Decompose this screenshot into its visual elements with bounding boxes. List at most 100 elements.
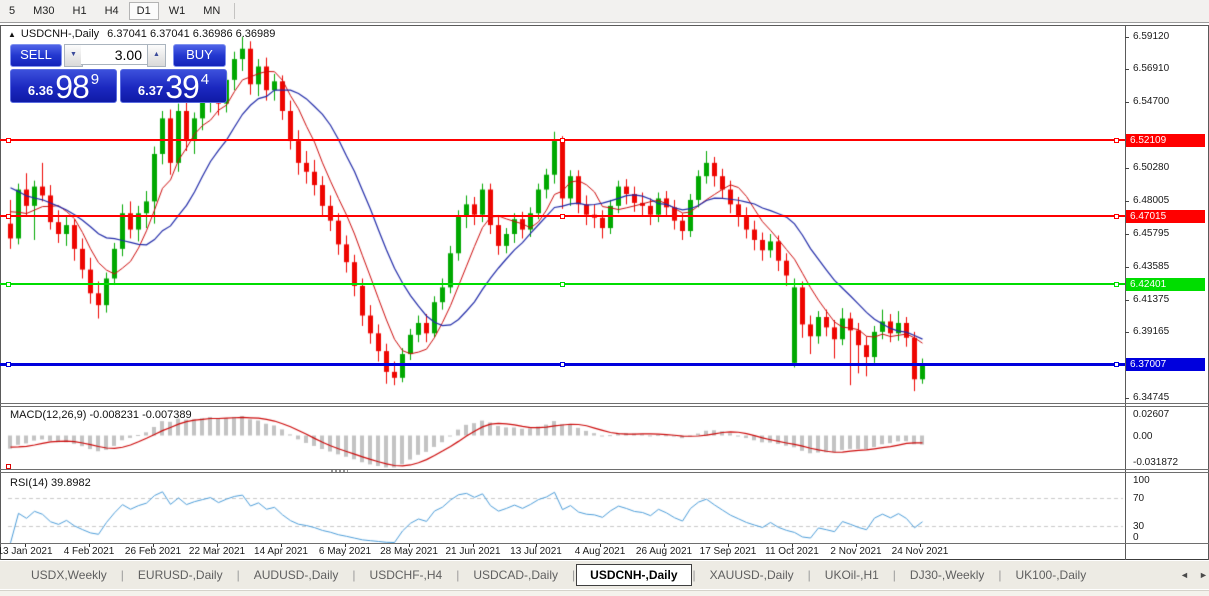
rsi-canvas[interactable] bbox=[0, 473, 1125, 543]
arrow-down-icon: ▼ bbox=[70, 51, 77, 58]
line-handle[interactable] bbox=[560, 282, 565, 287]
line-handle[interactable] bbox=[560, 138, 565, 143]
price-level-tag: 6.37007 bbox=[1126, 358, 1205, 371]
pane-splitter[interactable] bbox=[0, 403, 1209, 404]
sell-button[interactable]: SELL bbox=[10, 44, 62, 67]
price-axis-tick: 6.59120 bbox=[1133, 31, 1169, 42]
timeframe-button-h1[interactable]: H1 bbox=[65, 2, 95, 20]
pane-splitter[interactable] bbox=[0, 469, 1209, 470]
price-level-tag: 6.52109 bbox=[1126, 134, 1205, 147]
chart-tab-eurusd-daily[interactable]: EURUSD-,Daily bbox=[125, 564, 236, 586]
chart-tab-dj30-weekly[interactable]: DJ30-,Weekly bbox=[897, 564, 997, 586]
chart-tab-usdchf-h4[interactable]: USDCHF-,H4 bbox=[357, 564, 456, 586]
trading-terminal-window: 5M30H1H4D1W1MN ▲USDCNH-,Daily6.37041 6.3… bbox=[0, 0, 1209, 596]
date-axis-label: 4 Feb 2021 bbox=[64, 546, 115, 557]
date-axis-label: 14 Apr 2021 bbox=[254, 546, 308, 557]
line-handle[interactable] bbox=[1114, 214, 1119, 219]
line-handle[interactable] bbox=[6, 362, 11, 367]
chart-tab-usdx-weekly[interactable]: USDX,Weekly bbox=[18, 564, 120, 586]
price-axis-tick: 6.50280 bbox=[1133, 162, 1169, 173]
indicator-axis-tick: 70 bbox=[1133, 493, 1144, 504]
price-axis-tick-mark bbox=[1125, 398, 1129, 399]
timeframe-button-d1[interactable]: D1 bbox=[129, 2, 159, 20]
chart-tab-usdcad-daily[interactable]: USDCAD-,Daily bbox=[460, 564, 571, 586]
date-axis-label: 13 Jul 2021 bbox=[510, 546, 562, 557]
timeframe-button-5[interactable]: 5 bbox=[1, 2, 23, 20]
line-handle[interactable] bbox=[1114, 282, 1119, 287]
price-axis-tick-mark bbox=[1125, 37, 1129, 38]
price-axis-tick: 6.34745 bbox=[1133, 392, 1169, 403]
line-handle[interactable] bbox=[1114, 138, 1119, 143]
price-axis-tick-mark bbox=[1125, 69, 1129, 70]
line-handle[interactable] bbox=[1114, 362, 1119, 367]
chart-ohlc-readout: 6.37041 6.37041 6.36986 6.36989 bbox=[107, 28, 275, 40]
price-axis-tick-mark bbox=[1125, 300, 1129, 301]
sell-price-base: 6.36 bbox=[28, 83, 53, 98]
line-handle[interactable] bbox=[6, 214, 11, 219]
pane-splitter[interactable] bbox=[0, 406, 1209, 407]
date-axis-label: 11 Oct 2021 bbox=[765, 546, 819, 557]
timeframe-toolbar: 5M30H1H4D1W1MN bbox=[0, 0, 1209, 23]
rsi-label: RSI(14) 39.8982 bbox=[10, 477, 91, 489]
chart-tab-xauusd-daily[interactable]: XAUUSD-,Daily bbox=[697, 564, 807, 586]
buy-price-display[interactable]: 6.37 39 4 bbox=[120, 69, 227, 103]
date-axis-label: 6 May 2021 bbox=[319, 546, 371, 557]
chart-tab-ukoil-h1[interactable]: UKOil-,H1 bbox=[812, 564, 892, 586]
toolbar-separator bbox=[234, 3, 235, 19]
date-axis-label: 4 Aug 2021 bbox=[575, 546, 626, 557]
price-axis-tick: 6.39165 bbox=[1133, 326, 1169, 337]
macd-line-handle[interactable] bbox=[6, 464, 11, 469]
line-handle[interactable] bbox=[6, 138, 11, 143]
price-axis-tick: 6.41375 bbox=[1133, 294, 1169, 305]
pane-splitter[interactable] bbox=[0, 472, 1209, 473]
chart-tab-usdcnh-daily[interactable]: USDCNH-,Daily bbox=[576, 564, 691, 586]
timeframe-button-w1[interactable]: W1 bbox=[161, 2, 194, 20]
buy-price-pip-digit: 4 bbox=[201, 71, 209, 88]
line-handle[interactable] bbox=[560, 214, 565, 219]
line-handle[interactable] bbox=[560, 362, 565, 367]
date-axis-label: 26 Aug 2021 bbox=[636, 546, 692, 557]
price-level-tag: 6.42401 bbox=[1126, 278, 1205, 291]
price-axis-tick-mark bbox=[1125, 267, 1129, 268]
price-axis-tick: 6.45795 bbox=[1133, 228, 1169, 239]
price-axis-tick: 6.54700 bbox=[1133, 96, 1169, 107]
sell-price-display[interactable]: 6.36 98 9 bbox=[10, 69, 117, 103]
indicator-axis-tick: 0 bbox=[1133, 532, 1139, 543]
sell-price-big-digits: 98 bbox=[55, 72, 89, 102]
date-axis-label: 26 Feb 2021 bbox=[125, 546, 181, 557]
buy-button[interactable]: BUY bbox=[173, 44, 226, 67]
price-axis-tick-mark bbox=[1125, 102, 1129, 103]
date-axis-label: 21 Jun 2021 bbox=[445, 546, 500, 557]
date-axis-label: 17 Sep 2021 bbox=[700, 546, 757, 557]
one-click-trading-panel: SELL ▼ ▲ BUY 6.36 98 9 6.37 39 4 bbox=[8, 44, 226, 102]
timeframe-button-mn[interactable]: MN bbox=[195, 2, 228, 20]
buy-price-base: 6.37 bbox=[138, 83, 163, 98]
date-axis-label: 22 Mar 2021 bbox=[189, 546, 245, 557]
macd-label: MACD(12,26,9) -0.008231 -0.007389 bbox=[10, 409, 192, 421]
indicator-axis-tick: 0.02607 bbox=[1133, 409, 1169, 420]
pane-splitter bbox=[0, 543, 1209, 544]
volume-increase-button[interactable]: ▲ bbox=[147, 44, 166, 67]
volume-input[interactable] bbox=[81, 44, 147, 65]
date-axis-label: 28 May 2021 bbox=[380, 546, 438, 557]
tab-scroll-left-icon[interactable]: ◄ bbox=[1180, 570, 1189, 580]
price-level-tag: 6.47015 bbox=[1126, 210, 1205, 223]
date-axis-label: 2 Nov 2021 bbox=[830, 546, 881, 557]
price-axis-tick: 6.56910 bbox=[1133, 63, 1169, 74]
price-axis-tick: 6.43585 bbox=[1133, 261, 1169, 272]
timeframe-button-h4[interactable]: H4 bbox=[97, 2, 127, 20]
price-axis-tick-mark bbox=[1125, 332, 1129, 333]
splitter-grip[interactable] bbox=[330, 469, 348, 473]
arrow-up-icon: ▲ bbox=[153, 51, 160, 58]
chart-tab-uk100-daily[interactable]: UK100-,Daily bbox=[1003, 564, 1100, 586]
price-axis-tick: 6.48005 bbox=[1133, 195, 1169, 206]
timeframe-button-m30[interactable]: M30 bbox=[25, 2, 62, 20]
status-bar-strip bbox=[0, 590, 1209, 596]
chart-tab-audusd-daily[interactable]: AUDUSD-,Daily bbox=[241, 564, 352, 586]
collapse-panel-icon[interactable]: ▲ bbox=[8, 30, 16, 39]
line-handle[interactable] bbox=[6, 282, 11, 287]
tab-scroll-right-icon[interactable]: ► bbox=[1199, 570, 1208, 580]
date-axis-label: 24 Nov 2021 bbox=[892, 546, 949, 557]
price-axis-tick-mark bbox=[1125, 234, 1129, 235]
chart-title: ▲USDCNH-,Daily6.37041 6.37041 6.36986 6.… bbox=[8, 28, 275, 40]
